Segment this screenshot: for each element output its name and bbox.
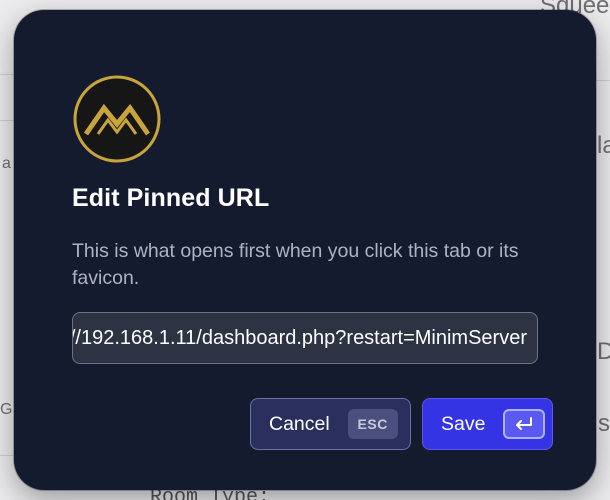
save-button-label: Save	[441, 412, 486, 435]
save-button[interactable]: Save	[422, 398, 553, 450]
mountain-m-logo-icon	[72, 74, 162, 164]
dialog-title: Edit Pinned URL	[72, 184, 270, 212]
edit-pinned-url-dialog: Edit Pinned URL This is what opens first…	[14, 10, 596, 490]
bg-text-fragment: s	[598, 410, 610, 437]
pinned-url-input[interactable]	[72, 312, 538, 364]
dialog-description: This is what opens first when you click …	[72, 240, 519, 289]
bg-text-fragment: a	[2, 155, 11, 172]
enter-return-icon	[503, 409, 546, 439]
cancel-button[interactable]: Cancel ESC	[250, 398, 411, 450]
cancel-button-label: Cancel	[269, 412, 330, 435]
bg-text-fragment: la	[597, 132, 610, 159]
bg-text-fragment: D	[597, 338, 610, 365]
esc-shortcut-badge: ESC	[347, 409, 398, 439]
bg-text-fragment: G	[0, 401, 13, 418]
